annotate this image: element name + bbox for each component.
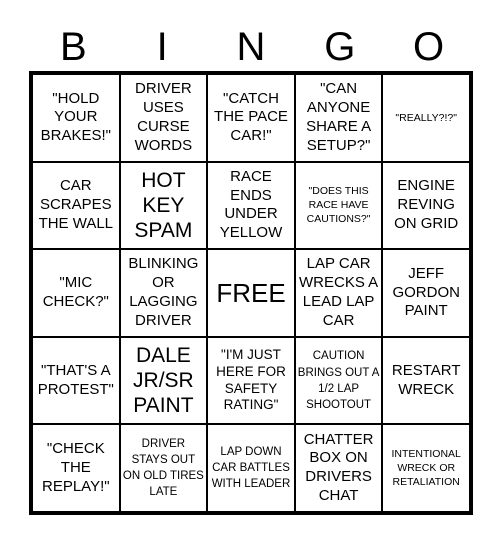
bingo-cell[interactable]: DRIVER USES CURSE WORDS — [119, 74, 208, 162]
bingo-cell[interactable]: CAUTION BRINGS OUT A 1/2 LAP SHOOTOUT — [294, 336, 383, 425]
bingo-cell[interactable]: "HOLD YOUR BRAKES!" — [32, 74, 120, 162]
bingo-cell[interactable]: "I'M JUST HERE FOR SAFETY RATING" — [207, 336, 295, 425]
bingo-cell[interactable]: DRIVER STAYS OUT ON OLD TIRES LATE — [119, 424, 208, 512]
bingo-cell[interactable]: "CHECK THE REPLAY!" — [32, 424, 120, 512]
header-letter: N — [236, 25, 266, 69]
bingo-cell[interactable]: JEFF GORDON PAINT — [382, 249, 470, 337]
free-space[interactable]: FREE — [207, 249, 295, 337]
bingo-cell[interactable]: ENGINE REVING ON GRID — [382, 161, 470, 250]
bingo-cell[interactable]: "THAT'S A PROTEST" — [32, 336, 120, 425]
bingo-cell[interactable]: LAP DOWN CAR BATTLES WITH LEADER — [207, 424, 295, 512]
bingo-cell[interactable]: CAR SCRAPES THE WALL — [32, 161, 120, 250]
bingo-grid: "HOLD YOUR BRAKES!" DRIVER USES CURSE WO… — [29, 71, 473, 515]
bingo-cell[interactable]: "REALLY?!?" — [382, 74, 470, 162]
header-letter: O — [413, 25, 445, 69]
bingo-cell[interactable]: "CATCH THE PACE CAR!" — [207, 74, 295, 162]
bingo-cell[interactable]: RACE ENDS UNDER YELLOW — [207, 161, 295, 250]
header-letter: B — [60, 25, 87, 69]
bingo-cell[interactable]: RESTART WRECK — [382, 336, 470, 425]
bingo-cell[interactable]: INTENTIONAL WRECK OR RETALIATION — [382, 424, 470, 512]
bingo-cell[interactable]: "DOES THIS RACE HAVE CAUTIONS?" — [294, 161, 383, 250]
bingo-cell[interactable]: BLINKING OR LAGGING DRIVER — [119, 249, 208, 337]
bingo-cell[interactable]: "MIC CHECK?" — [32, 249, 120, 337]
bingo-cell[interactable]: CHATTER BOX ON DRIVERS CHAT — [294, 424, 383, 512]
bingo-cell[interactable]: "CAN ANYONE SHARE A SETUP?" — [294, 74, 383, 162]
header-letter: G — [324, 25, 356, 69]
header-letter: I — [156, 25, 168, 69]
bingo-cell[interactable]: DALE JR/SR PAINT — [119, 336, 208, 425]
bingo-cell[interactable]: LAP CAR WRECKS A LEAD LAP CAR — [294, 249, 383, 337]
bingo-cell[interactable]: HOT KEY SPAM — [119, 161, 208, 250]
bingo-header: B I N G O — [29, 22, 473, 72]
